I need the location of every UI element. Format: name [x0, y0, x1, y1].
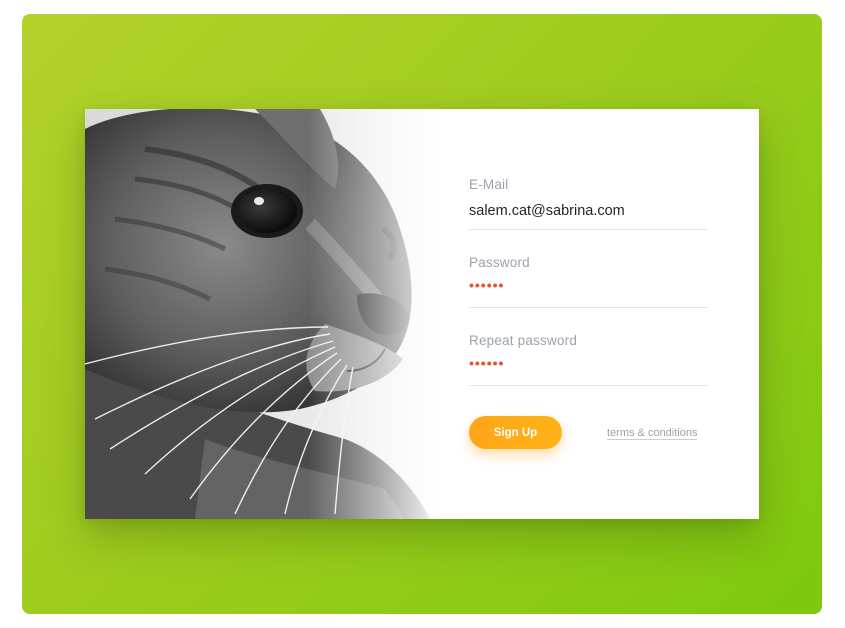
password-field[interactable]: Password ••••••: [469, 255, 708, 308]
email-input[interactable]: salem.cat@sabrina.com: [469, 203, 625, 219]
signup-card: E-Mail salem.cat@sabrina.com Password ••…: [85, 109, 759, 519]
signup-form: E-Mail salem.cat@sabrina.com Password ••…: [469, 109, 709, 519]
email-label: E-Mail: [469, 177, 509, 192]
repeat-password-field[interactable]: Repeat password ••••••: [469, 333, 708, 386]
repeat-password-input[interactable]: ••••••: [469, 355, 504, 371]
sign-up-button[interactable]: Sign Up: [469, 416, 562, 449]
password-label: Password: [469, 255, 530, 270]
email-field[interactable]: E-Mail salem.cat@sabrina.com: [469, 177, 708, 230]
password-input[interactable]: ••••••: [469, 277, 504, 293]
cat-photo: [85, 109, 445, 519]
terms-conditions-link[interactable]: terms & conditions: [607, 427, 698, 440]
repeat-password-label: Repeat password: [469, 333, 578, 348]
